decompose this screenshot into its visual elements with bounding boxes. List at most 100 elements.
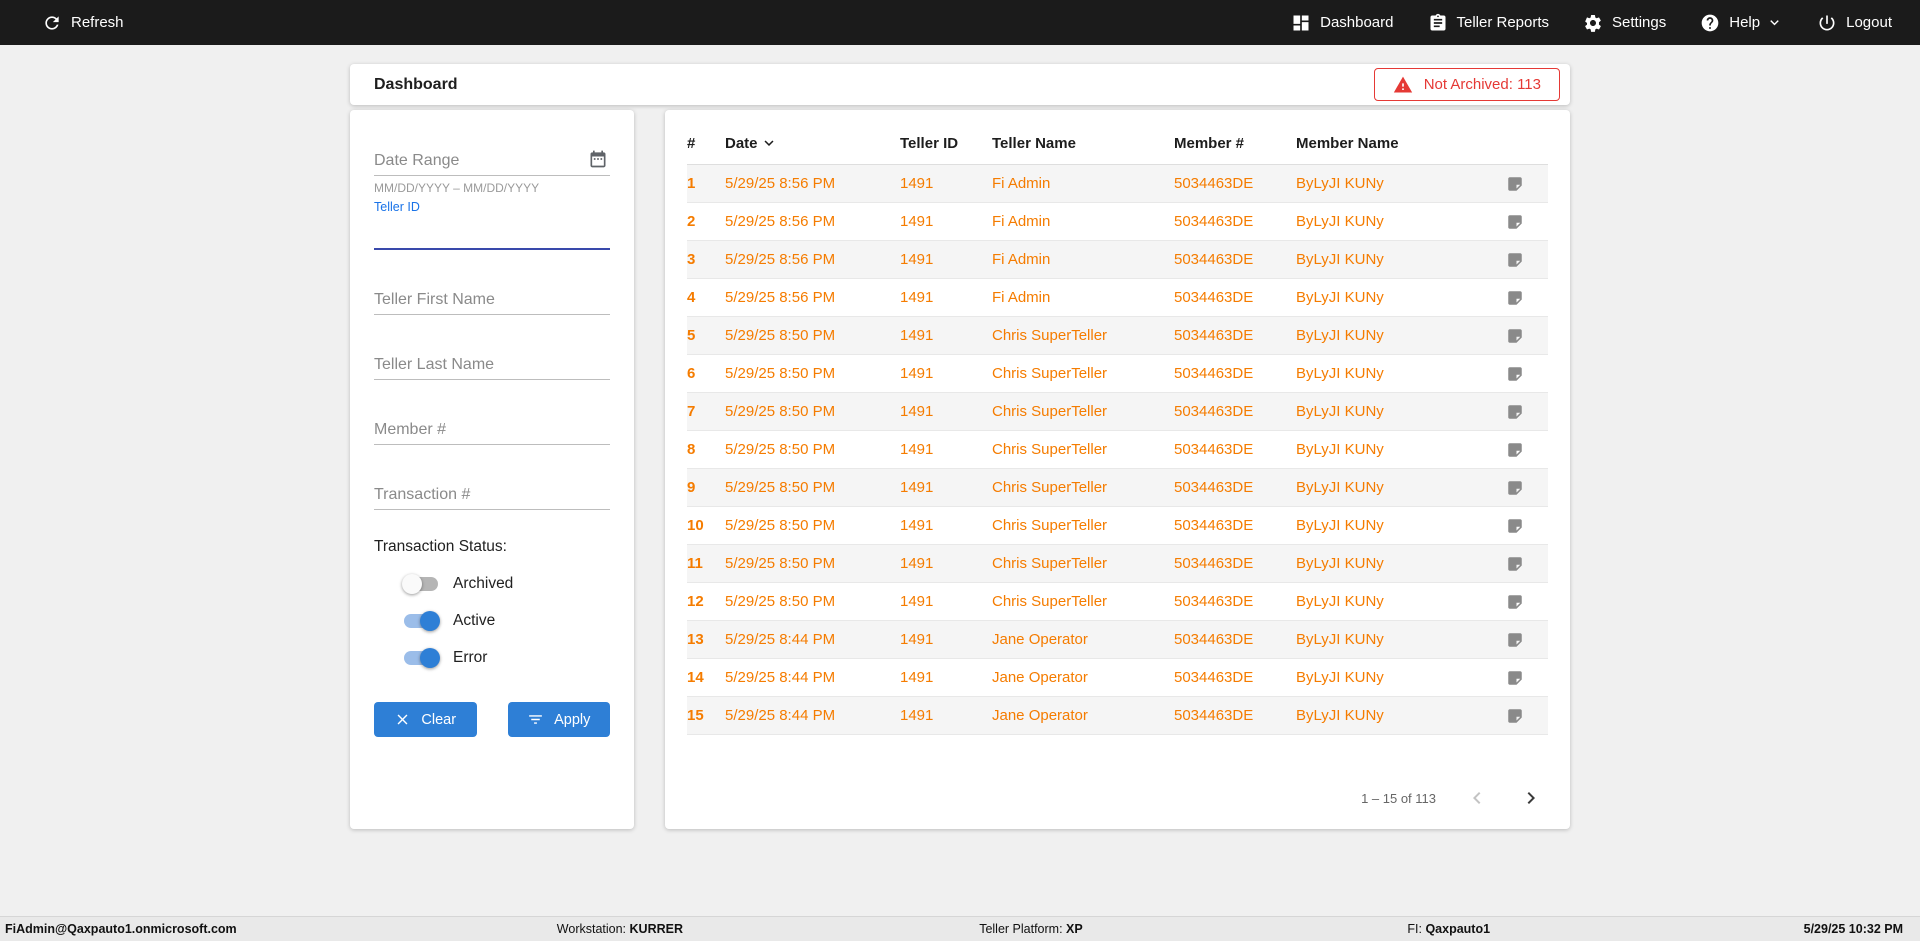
col-header-actions — [1489, 128, 1548, 165]
row-date: 5/29/25 8:50 PM — [725, 354, 900, 393]
toggle-active[interactable]: Active — [404, 609, 610, 633]
table-row[interactable]: 4 5/29/25 8:56 PM 1491 Fi Admin 5034463D… — [687, 278, 1548, 317]
filter-buttons: Clear Apply — [374, 702, 610, 737]
note-icon[interactable] — [1506, 365, 1524, 383]
note-icon[interactable] — [1506, 251, 1524, 269]
active-switch[interactable] — [404, 611, 440, 631]
table-row[interactable]: 6 5/29/25 8:50 PM 1491 Chris SuperTeller… — [687, 354, 1548, 393]
transaction-number-input[interactable] — [374, 480, 610, 510]
note-icon[interactable] — [1506, 289, 1524, 307]
table-row[interactable]: 2 5/29/25 8:56 PM 1491 Fi Admin 5034463D… — [687, 202, 1548, 241]
toggle-error[interactable]: Error — [404, 646, 610, 670]
table-row[interactable]: 8 5/29/25 8:50 PM 1491 Chris SuperTeller… — [687, 430, 1548, 469]
row-teller-name: Chris SuperTeller — [992, 430, 1174, 469]
note-icon[interactable] — [1506, 403, 1524, 421]
nav-teller-reports[interactable]: Teller Reports — [1428, 13, 1549, 33]
previous-page-button[interactable] — [1464, 785, 1490, 811]
nav-dashboard[interactable]: Dashboard — [1291, 13, 1394, 33]
note-icon[interactable] — [1506, 213, 1524, 231]
row-member-name: ByLyJI KUNy — [1296, 544, 1489, 583]
apply-button[interactable]: Apply — [507, 702, 610, 737]
col-header-teller-name[interactable]: Teller Name — [992, 128, 1174, 165]
note-icon[interactable] — [1506, 555, 1524, 573]
row-number: 10 — [687, 506, 725, 545]
not-archived-badge[interactable]: Not Archived: 113 — [1373, 68, 1560, 101]
note-icon[interactable] — [1506, 707, 1524, 725]
row-member-name: ByLyJI KUNy — [1296, 620, 1489, 659]
col-header-num[interactable]: # — [687, 128, 725, 165]
filter-panel: MM/DD/YYYY – MM/DD/YYYY Teller ID Transa… — [350, 110, 634, 829]
nav-settings[interactable]: Settings — [1583, 13, 1666, 33]
note-icon[interactable] — [1506, 631, 1524, 649]
not-archived-badge-label: Not Archived: 113 — [1423, 76, 1541, 93]
table-row[interactable]: 15 5/29/25 8:44 PM 1491 Jane Operator 50… — [687, 696, 1548, 735]
row-member-name: ByLyJI KUNy — [1296, 392, 1489, 431]
table-row[interactable]: 11 5/29/25 8:50 PM 1491 Chris SuperTelle… — [687, 544, 1548, 583]
main-content: Dashboard Not Archived: 113 MM/DD/YYYY –… — [350, 64, 1570, 829]
calendar-icon[interactable] — [588, 149, 610, 171]
row-teller-id: 1491 — [900, 278, 992, 317]
note-icon[interactable] — [1506, 479, 1524, 497]
table-row[interactable]: 9 5/29/25 8:50 PM 1491 Chris SuperTeller… — [687, 468, 1548, 507]
table-row[interactable]: 12 5/29/25 8:50 PM 1491 Chris SuperTelle… — [687, 582, 1548, 621]
table-row[interactable]: 1 5/29/25 8:56 PM 1491 Fi Admin 5034463D… — [687, 164, 1548, 203]
refresh-button[interactable]: Refresh — [42, 13, 124, 33]
note-icon[interactable] — [1506, 327, 1524, 345]
active-toggle-label: Active — [453, 612, 496, 629]
row-member-name: ByLyJI KUNy — [1296, 164, 1489, 203]
refresh-icon — [45, 15, 59, 30]
row-number: 3 — [687, 240, 725, 279]
col-header-member-name[interactable]: Member Name — [1296, 128, 1489, 165]
next-page-button[interactable] — [1518, 785, 1544, 811]
dashboard-icon — [1293, 15, 1309, 30]
row-number: 14 — [687, 658, 725, 697]
teller-first-name-input[interactable] — [374, 285, 610, 315]
nav-help[interactable]: Help — [1700, 13, 1783, 33]
teller-last-name-input[interactable] — [374, 350, 610, 380]
note-icon[interactable] — [1506, 175, 1524, 193]
footer-datetime: 5/29/25 10:32 PM — [1803, 922, 1903, 936]
member-number-input[interactable] — [374, 415, 610, 445]
row-member-name: ByLyJI KUNy — [1296, 240, 1489, 279]
toggle-archived[interactable]: Archived — [402, 572, 610, 596]
row-number: 12 — [687, 582, 725, 621]
note-icon[interactable] — [1506, 669, 1524, 687]
row-number: 7 — [687, 392, 725, 431]
transactions-table: # Date Teller ID Teller Name Member # Me… — [687, 128, 1548, 735]
nav-logout[interactable]: Logout — [1817, 13, 1892, 33]
table-row[interactable]: 10 5/29/25 8:50 PM 1491 Chris SuperTelle… — [687, 506, 1548, 545]
row-member-number: 5034463DE — [1174, 240, 1296, 279]
row-number: 5 — [687, 316, 725, 355]
clear-button[interactable]: Clear — [374, 702, 477, 737]
nav-help-label: Help — [1729, 14, 1761, 31]
table-row[interactable]: 14 5/29/25 8:44 PM 1491 Jane Operator 50… — [687, 658, 1548, 697]
date-range-field — [374, 146, 610, 176]
note-icon[interactable] — [1506, 593, 1524, 611]
row-member-number: 5034463DE — [1174, 620, 1296, 659]
table-row[interactable]: 13 5/29/25 8:44 PM 1491 Jane Operator 50… — [687, 620, 1548, 659]
col-header-member-num[interactable]: Member # — [1174, 128, 1296, 165]
row-date: 5/29/25 8:50 PM — [725, 544, 900, 583]
row-date: 5/29/25 8:50 PM — [725, 506, 900, 545]
col-header-teller-id[interactable]: Teller ID — [900, 128, 992, 165]
archived-switch[interactable] — [402, 574, 438, 594]
error-switch[interactable] — [404, 648, 440, 668]
table-row[interactable]: 3 5/29/25 8:56 PM 1491 Fi Admin 5034463D… — [687, 240, 1548, 279]
row-teller-id: 1491 — [900, 354, 992, 393]
page-header-card: Dashboard Not Archived: 113 — [350, 64, 1570, 105]
col-header-date[interactable]: Date — [725, 128, 900, 165]
note-icon[interactable] — [1506, 517, 1524, 535]
teller-id-input[interactable] — [374, 214, 610, 250]
row-teller-id: 1491 — [900, 696, 992, 735]
member-number-field — [374, 415, 610, 445]
row-member-number: 5034463DE — [1174, 696, 1296, 735]
date-range-input[interactable] — [374, 146, 610, 176]
note-icon[interactable] — [1506, 441, 1524, 459]
row-teller-id: 1491 — [900, 582, 992, 621]
row-teller-name: Fi Admin — [992, 164, 1174, 203]
table-row[interactable]: 5 5/29/25 8:50 PM 1491 Chris SuperTeller… — [687, 316, 1548, 355]
row-date: 5/29/25 8:50 PM — [725, 316, 900, 355]
table-row[interactable]: 7 5/29/25 8:50 PM 1491 Chris SuperTeller… — [687, 392, 1548, 431]
row-member-name: ByLyJI KUNy — [1296, 316, 1489, 355]
status-footer: FiAdmin@Qaxpauto1.onmicrosoft.com Workst… — [0, 916, 1920, 941]
